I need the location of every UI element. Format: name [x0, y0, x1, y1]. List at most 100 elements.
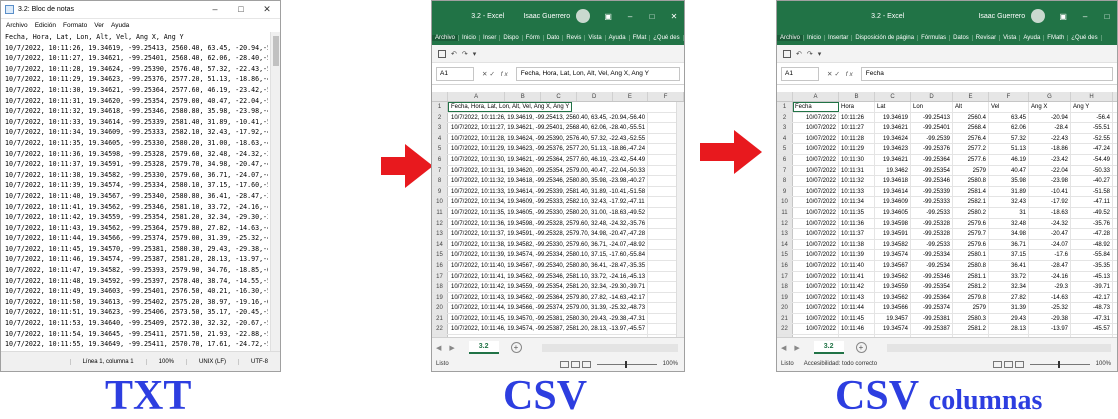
cell[interactable]: 10/7/2022, 10:11:34, 19.34609, -99.25333…: [448, 197, 648, 207]
cell[interactable]: 10/07/2022: [793, 197, 839, 207]
column-header[interactable]: C: [875, 92, 911, 101]
name-box[interactable]: A1: [436, 66, 474, 81]
undo-icon[interactable]: ↶: [796, 50, 802, 58]
row-number[interactable]: 6: [777, 154, 793, 165]
cell[interactable]: 63.45: [989, 112, 1029, 123]
accessibility-status[interactable]: Accesibilidad: todo correcto: [804, 361, 877, 367]
cell[interactable]: -24.32: [1029, 218, 1071, 229]
cell[interactable]: Fecha: [793, 102, 839, 112]
menu-item[interactable]: Formato: [63, 22, 87, 29]
cell[interactable]: 2579: [953, 165, 989, 176]
page-layout-icon[interactable]: [1003, 360, 1013, 368]
cell[interactable]: 62.06: [989, 123, 1029, 133]
cell[interactable]: -47.31: [1071, 313, 1113, 324]
cell[interactable]: -99.25387: [911, 324, 953, 335]
row-number[interactable]: 7: [777, 165, 793, 176]
scroll-thumb[interactable]: [273, 36, 279, 66]
redo-icon[interactable]: ↷: [462, 50, 468, 58]
zoom-slider[interactable]: [596, 360, 657, 368]
menu-item[interactable]: Ver: [94, 22, 104, 29]
cell[interactable]: -99.2539: [911, 133, 953, 144]
ribbon-tab[interactable]: Dato: [544, 35, 564, 41]
cell[interactable]: -54.49: [1071, 154, 1113, 165]
cell[interactable]: -99.2534: [911, 260, 953, 271]
cell[interactable]: 34.98: [989, 229, 1029, 239]
cell[interactable]: 19.34591: [875, 229, 911, 239]
cell[interactable]: 10/7/2022, 10:11:33, 19.34614, -99.25339…: [448, 186, 649, 197]
cell[interactable]: -56.4: [1071, 112, 1113, 123]
cell[interactable]: Alt: [953, 102, 989, 112]
horizontal-scrollbar[interactable]: [886, 343, 1111, 352]
cell[interactable]: -45.13: [1071, 271, 1113, 282]
cell[interactable]: 31.89: [989, 186, 1029, 197]
cell[interactable]: 19.34621: [875, 154, 911, 165]
menu-item[interactable]: Edición: [35, 22, 56, 29]
horizontal-scrollbar[interactable]: [541, 343, 678, 352]
row-number[interactable]: 4: [777, 133, 793, 144]
cell[interactable]: 19.34562: [875, 271, 911, 282]
row-number[interactable]: 5: [432, 144, 448, 154]
ribbon-tab[interactable]: Archivo: [777, 35, 805, 41]
cell[interactable]: -45.57: [1071, 324, 1113, 335]
save-icon[interactable]: [783, 49, 791, 58]
ribbon-tab[interactable]: FMat: [630, 35, 651, 41]
cell[interactable]: -23.98: [1029, 176, 1071, 186]
cell[interactable]: -48.73: [1071, 303, 1113, 313]
cell[interactable]: 19.34582: [875, 239, 911, 250]
cell[interactable]: -18.63: [1029, 207, 1071, 218]
cell[interactable]: 10/07/2022: [793, 133, 839, 144]
ribbon-tab[interactable]: Datos: [950, 35, 973, 41]
cell[interactable]: -47.11: [1071, 197, 1113, 207]
row-number[interactable]: 19: [432, 292, 448, 303]
row-number[interactable]: 20: [432, 303, 448, 313]
menu-item[interactable]: Ayuda: [111, 22, 129, 29]
cell[interactable]: 19.34614: [875, 186, 911, 197]
row-number[interactable]: 10: [432, 197, 448, 207]
cell[interactable]: 2581.4: [953, 186, 989, 197]
cell[interactable]: -29.38: [1029, 313, 1071, 324]
cell[interactable]: 10/07/2022: [793, 271, 839, 282]
column-header[interactable]: D: [911, 92, 953, 101]
cell[interactable]: -14.63: [1029, 292, 1071, 303]
cell[interactable]: 19.34562: [875, 292, 911, 303]
ribbon-tab[interactable]: FMath: [1044, 35, 1069, 41]
cell[interactable]: 37.15: [989, 250, 1029, 260]
column-header[interactable]: A: [448, 92, 506, 101]
cell[interactable]: 10/7/2022, 10:11:31, 19.34620, -99.25354…: [448, 165, 649, 176]
cell[interactable]: 10/7/2022, 10:11:38, 19.34582, -99.25330…: [448, 239, 649, 250]
cell[interactable]: 10/07/2022: [793, 282, 839, 292]
ribbon-tab[interactable]: ¿Qué des: [1068, 35, 1102, 41]
cell[interactable]: 10:11:29: [839, 144, 875, 154]
cell[interactable]: -99.25381: [911, 313, 953, 324]
cell[interactable]: 10/7/2022, 10:11:32, 19.34618, -99.25346…: [448, 176, 649, 186]
row-number[interactable]: 11: [777, 207, 793, 218]
cell[interactable]: 2580.2: [953, 207, 989, 218]
cell[interactable]: 46.19: [989, 154, 1029, 165]
cell[interactable]: 10:11:44: [839, 303, 875, 313]
sheet-next-icon[interactable]: ▶: [790, 344, 803, 352]
cell[interactable]: -99.25346: [911, 271, 953, 282]
cell[interactable]: 10:11:28: [839, 133, 875, 144]
cell[interactable]: 10/07/2022: [793, 239, 839, 250]
cell[interactable]: 10/07/2022: [793, 207, 839, 218]
cell[interactable]: 2579: [953, 303, 989, 313]
normal-view-icon[interactable]: [992, 360, 1002, 368]
cell[interactable]: 10/7/2022, 10:11:28, 19.34624, -99.25390…: [448, 133, 649, 144]
ribbon-tab[interactable]: Dispo: [500, 35, 523, 41]
cell[interactable]: -29.3: [1029, 282, 1071, 292]
ribbon-tab[interactable]: Inicio: [804, 35, 826, 41]
cell[interactable]: 10/7/2022, 10:11:39, 19.34574, -99.25334…: [448, 250, 649, 260]
cell[interactable]: 10:11:46: [839, 324, 875, 335]
cell[interactable]: 27.82: [989, 292, 1029, 303]
cell[interactable]: 28.13: [989, 324, 1029, 335]
cell[interactable]: 19.34624: [875, 133, 911, 144]
select-all-corner[interactable]: [777, 92, 793, 101]
cell[interactable]: -47.28: [1071, 229, 1113, 239]
cell[interactable]: -40.27: [1071, 176, 1113, 186]
column-header[interactable]: E: [953, 92, 989, 101]
ribbon-tab[interactable]: Vista: [585, 35, 606, 41]
cell[interactable]: 10:11:27: [839, 123, 875, 133]
select-all-corner[interactable]: [432, 92, 448, 101]
cell[interactable]: -55.51: [1071, 123, 1113, 133]
cell[interactable]: -42.17: [1071, 292, 1113, 303]
